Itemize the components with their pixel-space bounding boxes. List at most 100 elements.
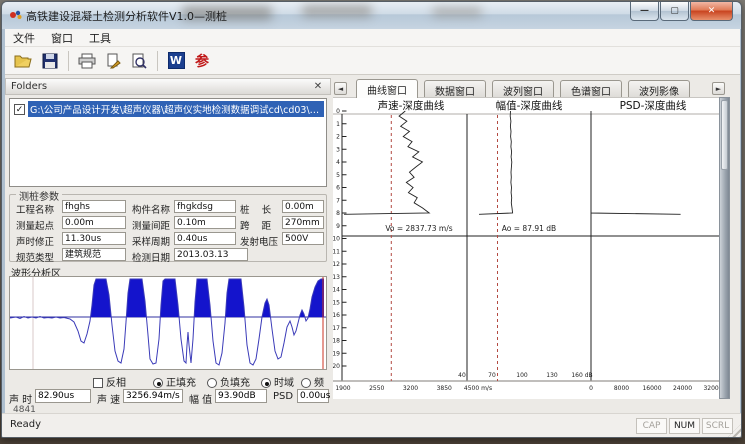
scrollbar-thumb[interactable] xyxy=(721,100,728,170)
app-icon xyxy=(9,8,23,22)
word-report-button[interactable]: W xyxy=(163,49,189,73)
svg-text:5: 5 xyxy=(336,172,340,179)
maximize-icon: ▢ xyxy=(670,7,679,16)
tab-scroll-right-icon[interactable]: ► xyxy=(712,82,725,95)
param-field[interactable]: 0.00m xyxy=(282,200,324,213)
folders-title: Folders xyxy=(11,81,47,92)
folders-close-icon[interactable]: ✕ xyxy=(311,81,325,92)
svg-text:12: 12 xyxy=(333,261,340,268)
param-char-icon: 参 xyxy=(195,51,209,71)
amplitude-label: 幅 值 xyxy=(189,391,212,406)
vertical-scrollbar[interactable] xyxy=(719,97,730,399)
svg-text:0: 0 xyxy=(336,108,340,115)
param-field[interactable]: 0.10m xyxy=(174,216,236,229)
svg-text:9: 9 xyxy=(336,223,340,230)
glass-reflection xyxy=(302,5,372,17)
print-button[interactable] xyxy=(74,49,100,73)
chart1-title: 声速-深度曲线 xyxy=(378,99,445,112)
tab-wavetrain-window[interactable]: 波列窗口 xyxy=(492,80,554,97)
svg-text:11: 11 xyxy=(333,248,340,255)
title-bar[interactable]: 高铁建设混凝土检测分析软件V1.0—测桩 — ▢ ✕ xyxy=(2,2,741,29)
fill-positive-radio[interactable]: 正填充 xyxy=(153,374,196,389)
folders-listbox[interactable]: ✓ G:\公司产品设计开发\超声仪器\超声仪实地检测数据调试cd\cd03\cd… xyxy=(9,98,327,187)
sound-speed-field[interactable]: 3256.94m/s xyxy=(123,389,183,403)
tab-curve-window[interactable]: 曲线窗口 xyxy=(356,79,418,98)
chart2-title: 幅值-深度曲线 xyxy=(496,99,563,112)
param-field[interactable]: fhghs xyxy=(62,200,126,213)
sound-speed-label: 声 速 xyxy=(97,391,120,406)
client-area: Folders ✕ ✓ G:\公司产品设计开发\超声仪器\超声仪实地检测数据调试… xyxy=(5,75,740,413)
param-field[interactable]: 建筑规范 xyxy=(62,248,126,261)
psd-label: PSD xyxy=(273,391,293,402)
param-label: 构件名称 xyxy=(132,202,170,216)
menu-window[interactable]: 窗口 xyxy=(43,28,81,48)
tab-scroll-left-icon[interactable]: ◄ xyxy=(334,82,347,95)
svg-text:1: 1 xyxy=(336,121,340,128)
param-field[interactable]: 11.30us xyxy=(62,232,126,245)
charts-canvas: 声速-深度曲线 幅值-深度曲线 PSD-深度曲线 012345678910111… xyxy=(333,97,719,399)
parameters-button[interactable]: 参 xyxy=(189,49,215,73)
svg-text:Ao = 87.91 dB: Ao = 87.91 dB xyxy=(502,224,556,233)
svg-text:130: 130 xyxy=(546,372,558,379)
export-button[interactable] xyxy=(100,49,126,73)
svg-text:6: 6 xyxy=(336,185,340,192)
page-export-icon xyxy=(105,53,121,69)
svg-text:0: 0 xyxy=(589,385,593,392)
open-button[interactable] xyxy=(11,49,37,73)
print-preview-icon xyxy=(131,53,147,69)
radio-icon xyxy=(207,378,217,388)
menu-tools[interactable]: 工具 xyxy=(81,28,119,48)
svg-text:3850: 3850 xyxy=(437,385,452,392)
open-folder-icon xyxy=(14,53,34,69)
time-domain-radio[interactable]: 时域 xyxy=(261,374,294,389)
list-item[interactable]: ✓ G:\公司产品设计开发\超声仪器\超声仪实地检测数据调试cd\cd03\cd… xyxy=(12,102,324,116)
scroll-indicator: SCRL xyxy=(702,418,733,434)
svg-text:2: 2 xyxy=(336,134,340,141)
item-checkbox[interactable]: ✓ xyxy=(14,104,25,115)
svg-text:3200: 3200 xyxy=(403,385,418,392)
param-label: 跨 距 xyxy=(240,218,271,232)
sound-time-field[interactable]: 82.90us xyxy=(35,389,91,403)
invert-label: 反相 xyxy=(106,378,126,389)
radio-icon xyxy=(153,378,163,388)
tab-spectrum-window[interactable]: 色谱窗口 xyxy=(560,80,622,97)
param-field[interactable]: 270mm xyxy=(282,216,324,229)
glass-reflection xyxy=(432,7,482,17)
minimize-icon: — xyxy=(640,7,649,16)
close-button[interactable]: ✕ xyxy=(690,2,733,21)
param-field[interactable]: fhgkdsg xyxy=(174,200,236,213)
fill-negative-radio[interactable]: 负填充 xyxy=(207,374,250,389)
amplitude-field[interactable]: 93.90dB xyxy=(215,389,267,403)
menu-file[interactable]: 文件 xyxy=(5,28,43,48)
waveform-canvas[interactable] xyxy=(9,276,327,370)
save-button[interactable] xyxy=(37,49,63,73)
param-field[interactable]: 0.00m xyxy=(62,216,126,229)
psd-field[interactable]: 0.00us^2/m xyxy=(297,389,329,403)
svg-text:4: 4 xyxy=(336,159,340,166)
maximize-button[interactable]: ▢ xyxy=(660,2,689,21)
param-label: 工程名称 xyxy=(16,202,54,216)
svg-text:7: 7 xyxy=(336,197,340,204)
svg-text:13: 13 xyxy=(333,274,340,281)
svg-text:2550: 2550 xyxy=(369,385,384,392)
param-label: 测量间距 xyxy=(132,218,170,232)
param-field[interactable]: 0.40us xyxy=(174,232,236,245)
caps-indicator: CAP xyxy=(636,418,667,434)
toolbar-separator xyxy=(157,51,158,71)
param-field[interactable]: 2013.03.13 xyxy=(174,248,248,261)
svg-text:17: 17 xyxy=(333,325,340,332)
folders-caption-bar: Folders ✕ xyxy=(5,78,331,95)
time-domain-label: 时域 xyxy=(274,378,294,389)
tab-wavetrain-image[interactable]: 波列影像 xyxy=(628,80,690,97)
param-field[interactable]: 500V xyxy=(282,232,324,245)
svg-text:1900: 1900 xyxy=(335,385,350,392)
svg-text:24000: 24000 xyxy=(673,385,692,392)
minimize-button[interactable]: — xyxy=(630,2,659,21)
svg-text:4500 m/s: 4500 m/s xyxy=(464,385,492,392)
print-preview-button[interactable] xyxy=(126,49,152,73)
save-floppy-icon xyxy=(42,53,58,69)
invert-checkbox[interactable]: 反相 xyxy=(93,374,126,389)
tab-data-window[interactable]: 数据窗口 xyxy=(424,80,486,97)
svg-text:100: 100 xyxy=(516,372,528,379)
right-panel: ◄ 曲线窗口 数据窗口 波列窗口 色谱窗口 波列影像 ► 声速-深度曲线 幅值-… xyxy=(331,75,740,413)
